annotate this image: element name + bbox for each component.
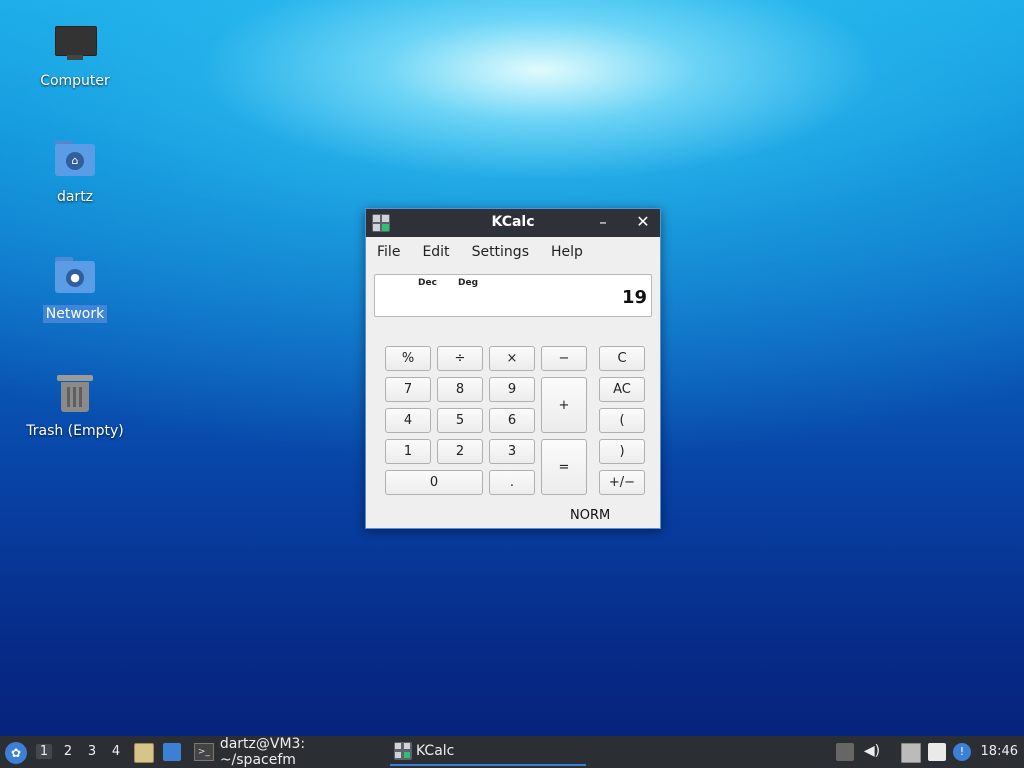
- open-paren-button[interactable]: (: [599, 408, 645, 433]
- workspace-1[interactable]: 1: [36, 744, 52, 759]
- menu-edit[interactable]: Edit: [415, 244, 456, 260]
- seven-button[interactable]: 7: [385, 377, 431, 402]
- computer-icon: [53, 22, 97, 66]
- menu-file[interactable]: File: [370, 244, 407, 260]
- divide-button[interactable]: ÷: [437, 346, 483, 371]
- base-indicator: Dec: [418, 278, 437, 288]
- calculator-display: Dec Deg 19: [374, 274, 652, 317]
- six-button[interactable]: 6: [489, 408, 535, 433]
- desktop-icon-computer[interactable]: Computer: [20, 22, 130, 90]
- trash-icon: [53, 372, 97, 416]
- close-button[interactable]: ✕: [634, 212, 652, 231]
- volume-icon[interactable]: ◀): [863, 743, 881, 761]
- kcalc-window: KCalc – ✕ File Edit Settings Help Dec De…: [365, 208, 661, 529]
- clipboard-icon[interactable]: [928, 743, 946, 761]
- multiply-button[interactable]: ×: [489, 346, 535, 371]
- desktop-icon-label: dartz: [56, 189, 94, 205]
- network-folder-icon: ●: [53, 255, 97, 299]
- workspace-2[interactable]: 2: [60, 744, 76, 759]
- desktop-icon-label: Computer: [40, 73, 110, 89]
- workspace-3[interactable]: 3: [84, 744, 100, 759]
- minimize-button[interactable]: –: [594, 213, 612, 231]
- menu-bar: File Edit Settings Help: [366, 237, 660, 267]
- percent-button[interactable]: %: [385, 346, 431, 371]
- minus-button[interactable]: −: [541, 346, 587, 371]
- home-folder-icon: ⌂: [53, 138, 97, 182]
- one-button[interactable]: 1: [385, 439, 431, 464]
- desktop-icon-label: Network: [42, 305, 108, 323]
- desktop-icon-home[interactable]: ⌂ dartz: [20, 138, 130, 206]
- equals-button[interactable]: =: [541, 439, 587, 495]
- terminal-icon: >_: [194, 743, 214, 761]
- decimal-button[interactable]: .: [489, 470, 535, 495]
- network-icon[interactable]: [901, 743, 921, 763]
- display-value: 19: [621, 287, 647, 308]
- start-menu-icon[interactable]: ✿: [5, 742, 27, 764]
- four-button[interactable]: 4: [385, 408, 431, 433]
- two-button[interactable]: 2: [437, 439, 483, 464]
- plus-button[interactable]: +: [541, 377, 587, 433]
- kcalc-icon: [394, 742, 412, 760]
- title-bar[interactable]: KCalc – ✕: [366, 209, 660, 237]
- nine-button[interactable]: 9: [489, 377, 535, 402]
- close-paren-button[interactable]: ): [599, 439, 645, 464]
- task-kcalc[interactable]: KCalc: [390, 738, 586, 766]
- file-manager-launcher-icon[interactable]: [134, 743, 154, 763]
- desktop-icon-network[interactable]: ● Network: [20, 255, 130, 323]
- desktop-icon-trash[interactable]: Trash (Empty): [20, 372, 130, 440]
- task-label: KCalc: [416, 743, 455, 759]
- zero-button[interactable]: 0: [385, 470, 483, 495]
- task-terminal[interactable]: >_ dartz@VM3: ~/spacefm: [194, 736, 384, 768]
- clear-button[interactable]: C: [599, 346, 645, 371]
- five-button[interactable]: 5: [437, 408, 483, 433]
- clock[interactable]: 18:46: [981, 744, 1018, 759]
- task-label: dartz@VM3: ~/spacefm: [219, 736, 306, 768]
- notification-icon[interactable]: !: [953, 743, 971, 761]
- workspace-4[interactable]: 4: [108, 744, 124, 759]
- window-title: KCalc: [491, 214, 535, 230]
- desktop-icon-label: Trash (Empty): [26, 423, 124, 439]
- eight-button[interactable]: 8: [437, 377, 483, 402]
- menu-help[interactable]: Help: [544, 244, 590, 260]
- plus-minus-button[interactable]: +/−: [599, 470, 645, 495]
- system-tray-expand-icon[interactable]: [836, 743, 854, 761]
- three-button[interactable]: 3: [489, 439, 535, 464]
- angle-indicator: Deg: [458, 278, 479, 288]
- taskbar: ✿ 1 2 3 4 >_ dartz@VM3: ~/spacefm KCalc …: [0, 736, 1024, 768]
- menu-settings[interactable]: Settings: [465, 244, 536, 260]
- status-norm: NORM: [570, 508, 611, 523]
- all-clear-button[interactable]: AC: [599, 377, 645, 402]
- show-desktop-icon[interactable]: [163, 743, 181, 761]
